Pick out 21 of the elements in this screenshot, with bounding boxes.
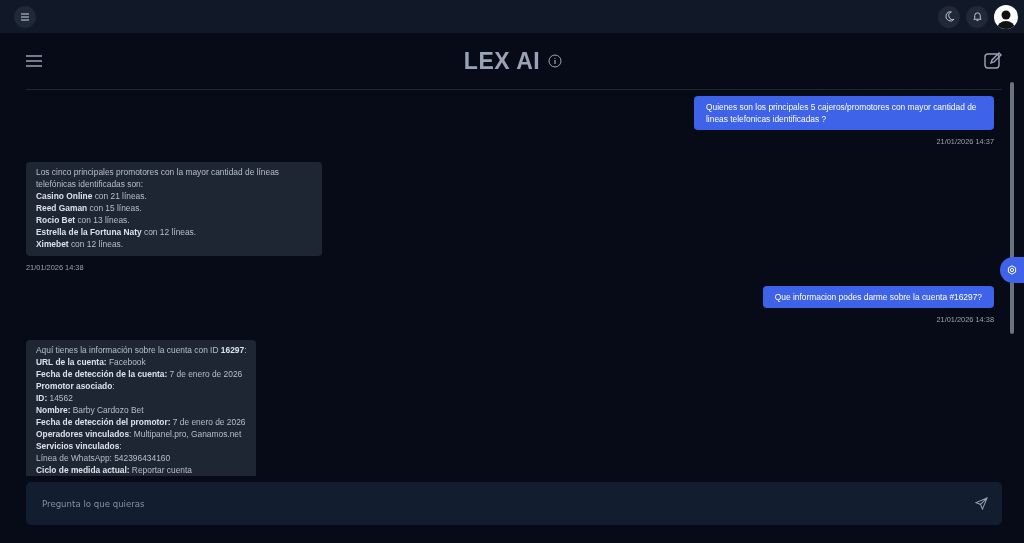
moon-icon (943, 11, 955, 22)
avatar[interactable] (994, 4, 1018, 29)
settings-button[interactable] (1000, 257, 1024, 283)
menu-icon (20, 12, 30, 21)
notifications-button[interactable] (966, 5, 988, 28)
menu-button[interactable] (14, 5, 36, 28)
app-title: LEX AI (463, 47, 541, 75)
message-bubble: Que informacion podes darme sobre la cuenta #16297? (762, 286, 994, 308)
send-icon[interactable] (975, 497, 988, 510)
message-bubble: Aquí tienes la información sobre la cuenta con ID 16297: URL de la cuenta: Facebook Fecha de detección de la cuenta: 7 de enero de 2026 Promotor asociado: ID: 14562 Nombre: Barby Cardozo Bet Fecha de detección del promotor: 7 de enero de 2026 Operadores vinculados: Multipanel.pro, Ganamos.net Servicios vinculados: Línea de WhatsApp: 542396434160 Ciclo de medida actual: Reportar cuenta (26, 340, 257, 476)
theme-button[interactable] (938, 5, 960, 28)
menu-icon[interactable] (26, 55, 42, 67)
scrollbar[interactable] (1010, 82, 1014, 334)
info-icon[interactable] (548, 54, 563, 68)
message-bubble: Los cinco principales promotores con la mayor cantidad de líneas telefónicas identificadas son: Casino Online con 21 líneas. Reed Gaman con 15 líneas. Rocio Bet con 13 líneas. Estrella de la Fortuna Naty con 12 líneas. Ximebet con 12 líneas. (26, 162, 322, 256)
message-bubble: Quienes son los principales 5 cajeros/promotores con mayor cantidad de lineas telefonicas identificadas ? (694, 96, 994, 130)
message-text-input[interactable]: Pregunta lo que quieras (40, 497, 975, 510)
bell-icon (971, 11, 983, 22)
edit-icon[interactable] (984, 52, 1002, 70)
message-input[interactable]: Pregunta lo que quieras (26, 482, 1002, 525)
settings-icon (1007, 265, 1017, 275)
